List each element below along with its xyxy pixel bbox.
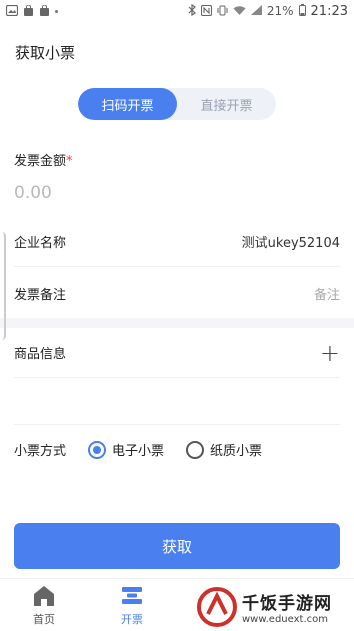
radio-unchecked-icon[interactable] — [186, 440, 205, 459]
invoice-icon — [122, 587, 142, 604]
vibrate-icon — [217, 5, 228, 18]
goods-row: 商品信息 + — [14, 328, 340, 378]
clock: 21:23 — [310, 3, 348, 19]
status-left — [5, 4, 58, 18]
required-mark: * — [66, 154, 73, 169]
receipt-method-row: 小票方式 电子小票 纸质小票 — [14, 424, 340, 474]
radio-paper-label: 纸质小票 — [210, 444, 263, 459]
remark-label: 发票备注 — [14, 287, 67, 303]
company-value: 测试ukey52104 — [241, 236, 340, 251]
bag-icon — [23, 4, 34, 18]
bottom-tabbar: 首页 开票 — [0, 578, 354, 631]
screen: 21% 21:23 获取小票 扫码开票 直接开票 发票金额* 0.00 企业名称… — [0, 0, 354, 631]
tab-scan-invoice[interactable]: 扫码开票 — [78, 88, 177, 120]
battery-icon — [298, 4, 306, 18]
home-icon — [34, 586, 54, 606]
remark-input[interactable]: 备注 — [314, 284, 340, 303]
status-bar: 21% 21:23 — [0, 0, 354, 22]
section-divider — [0, 318, 354, 328]
company-label: 企业名称 — [14, 236, 67, 251]
radio-checked-icon[interactable] — [88, 440, 107, 459]
wifi-icon — [233, 5, 246, 17]
radio-electronic-receipt[interactable]: 电子小票 — [88, 440, 164, 459]
remark-row: 发票备注 备注 — [14, 268, 340, 318]
tab-home[interactable]: 首页 — [0, 579, 88, 631]
tab-invoice[interactable]: 开票 — [88, 579, 176, 631]
notification-dot-icon — [55, 9, 58, 13]
amount-label: 发票金额* — [14, 150, 73, 169]
bag-icon — [39, 4, 50, 18]
edge-handle — [0, 232, 6, 340]
status-right: 21% 21:23 — [188, 4, 348, 19]
get-receipt-button[interactable]: 获取 — [14, 523, 340, 569]
amount-input[interactable]: 0.00 — [14, 183, 52, 203]
tab-direct-invoice[interactable]: 直接开票 — [177, 88, 276, 120]
radio-electronic-label: 电子小票 — [112, 444, 165, 459]
bluetooth-icon — [188, 3, 196, 18]
add-goods-icon[interactable]: + — [320, 341, 340, 365]
method-label: 小票方式 — [14, 444, 67, 459]
company-row[interactable]: 企业名称 测试ukey52104 — [14, 217, 340, 267]
photo-icon — [5, 4, 19, 18]
page-title: 获取小票 — [15, 44, 76, 62]
signal-icon — [250, 5, 262, 17]
nfc-icon — [200, 4, 212, 18]
goods-label: 商品信息 — [14, 347, 67, 362]
tab-invoice-label: 开票 — [121, 613, 143, 626]
battery-percent: 21% — [266, 4, 294, 18]
invoice-mode-segment: 扫码开票 直接开票 — [78, 88, 276, 120]
radio-paper-receipt[interactable]: 纸质小票 — [186, 440, 262, 459]
tab-home-label: 首页 — [33, 613, 55, 626]
amount-label-text: 发票金额 — [14, 154, 67, 169]
